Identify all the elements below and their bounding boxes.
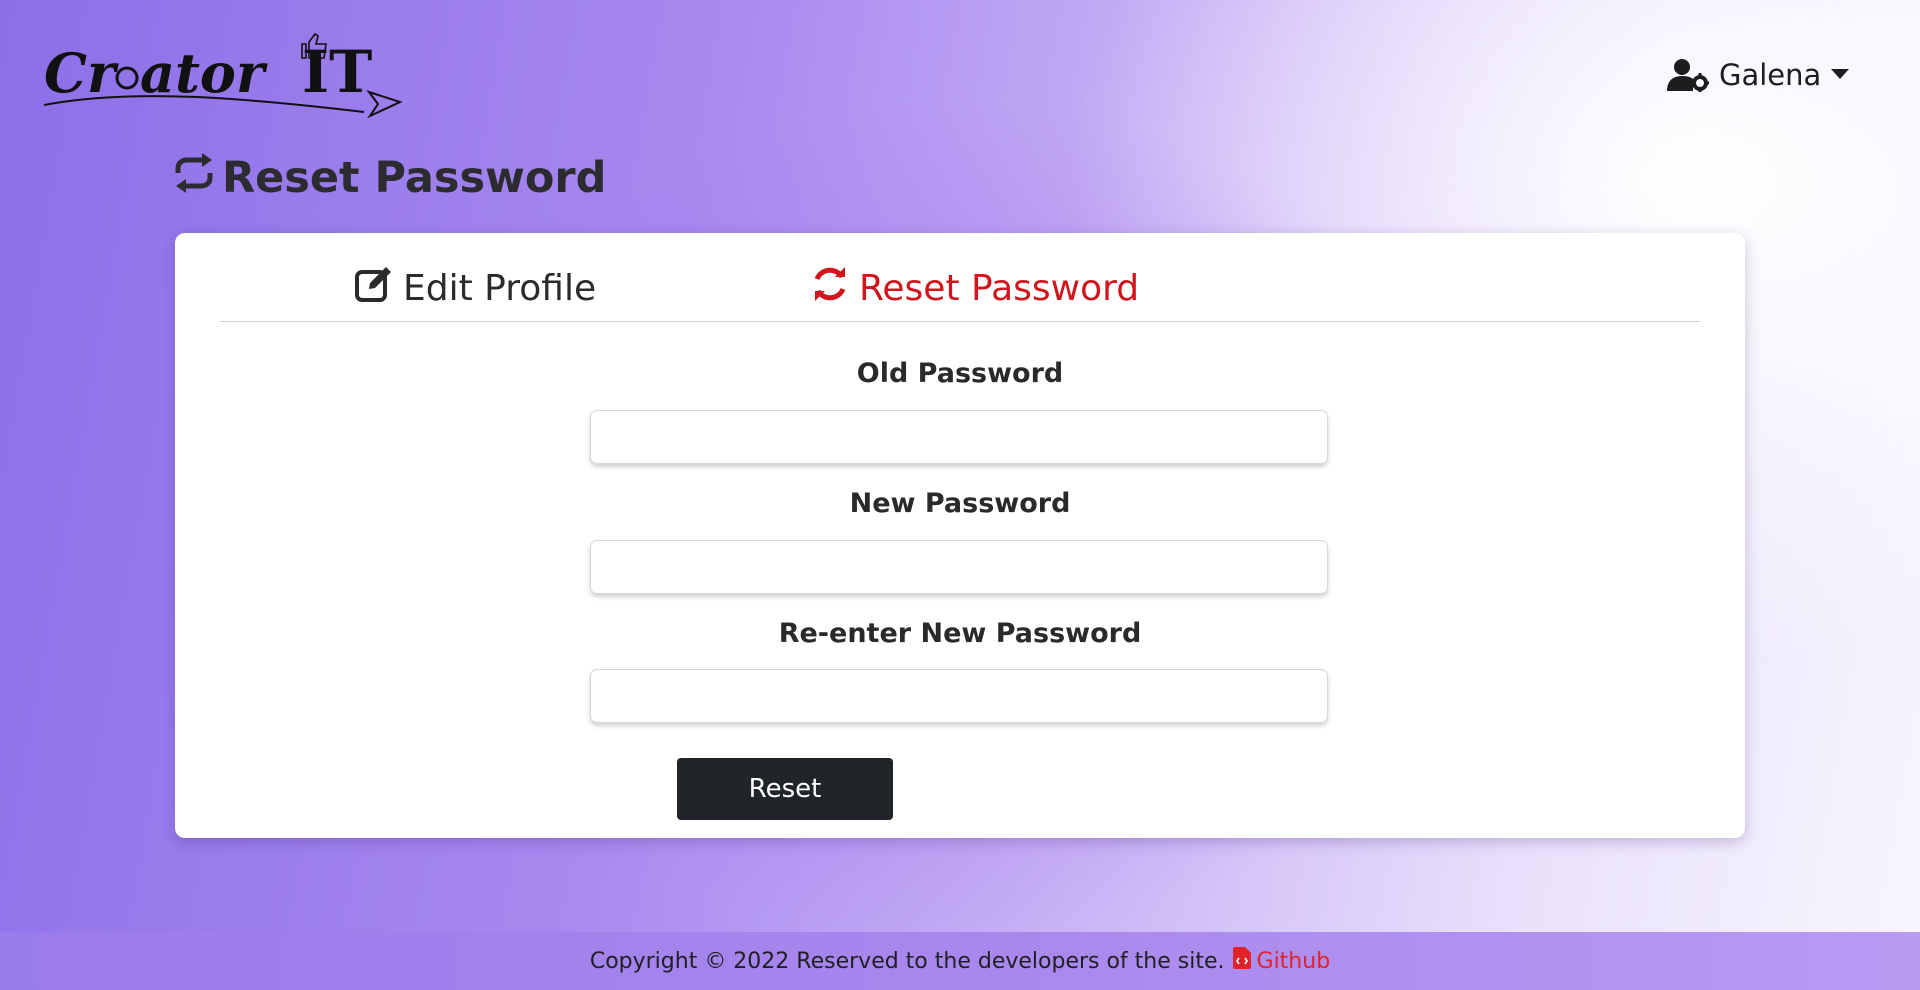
github-link-label: Github <box>1256 948 1331 974</box>
confirm-password-label: Re-enter New Password <box>778 618 1142 649</box>
new-password-label: New Password <box>849 488 1071 519</box>
tab-label: Reset Password <box>859 267 1140 309</box>
caret-down-icon <box>1831 69 1850 81</box>
user-menu-dropdown[interactable]: Galena <box>1667 55 1850 95</box>
svg-text:IT: IT <box>302 38 372 106</box>
reset-button[interactable]: Reset <box>677 758 893 820</box>
tab-reset-password[interactable]: Reset Password <box>811 263 1139 313</box>
edit-icon <box>355 265 393 312</box>
footer: Copyright © 2022 Reserved to the develop… <box>0 932 1920 990</box>
tab-edit-profile[interactable]: Edit Profile <box>355 263 596 313</box>
copyright-text: Copyright © 2022 Reserved to the develop… <box>589 948 1225 974</box>
svg-text:Cr: Cr <box>44 41 119 105</box>
new-password-field[interactable] <box>590 540 1328 594</box>
user-cog-icon <box>1667 58 1709 92</box>
creator-it-logo[interactable]: Cr ator IT <box>44 30 406 125</box>
sync-icon <box>811 265 849 312</box>
page-title: Reset Password <box>172 150 606 206</box>
profile-tabs: Edit Profile Reset Password <box>220 263 1700 322</box>
sync-icon <box>172 151 216 206</box>
github-link[interactable]: Github <box>1232 947 1331 975</box>
confirm-password-field[interactable] <box>590 669 1328 723</box>
old-password-field[interactable] <box>590 410 1328 464</box>
user-name: Galena <box>1719 58 1822 92</box>
profile-settings-card: Edit Profile Reset Password Old Password… <box>175 233 1745 838</box>
tab-label: Edit Profile <box>403 267 597 309</box>
page-title-text: Reset Password <box>222 153 607 203</box>
old-password-label: Old Password <box>856 358 1064 389</box>
file-code-icon <box>1232 947 1251 975</box>
